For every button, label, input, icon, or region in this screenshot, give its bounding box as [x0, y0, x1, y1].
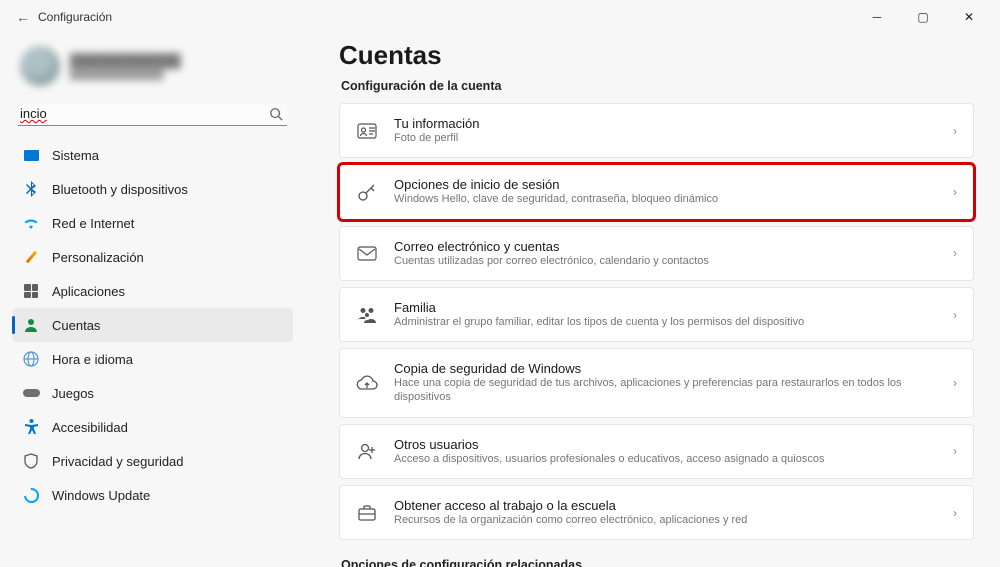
- search-box[interactable]: incio: [18, 104, 287, 126]
- bluetooth-icon: [22, 180, 40, 198]
- nav-privacidad[interactable]: Privacidad y seguridad: [12, 444, 293, 478]
- back-button[interactable]: ←: [8, 9, 38, 25]
- chevron-right-icon: ›: [953, 185, 957, 199]
- main-content: Cuentas Configuración de la cuenta Tu in…: [305, 34, 1000, 567]
- briefcase-icon: [356, 502, 378, 524]
- nav-bluetooth[interactable]: Bluetooth y dispositivos: [12, 172, 293, 206]
- nav-accesibilidad[interactable]: Accesibilidad: [12, 410, 293, 444]
- chevron-right-icon: ›: [953, 246, 957, 260]
- profile-email: ████████████: [70, 68, 181, 80]
- card-opciones-inicio-sesion[interactable]: Opciones de inicio de sesiónWindows Hell…: [339, 164, 974, 219]
- mail-icon: [356, 242, 378, 264]
- section-title-account: Configuración de la cuenta: [341, 79, 974, 93]
- nav-cuentas[interactable]: Cuentas: [12, 308, 293, 342]
- close-button[interactable]: ✕: [946, 1, 992, 33]
- nav-aplicaciones[interactable]: Aplicaciones: [12, 274, 293, 308]
- key-icon: [356, 181, 378, 203]
- add-user-icon: [356, 440, 378, 462]
- maximize-button[interactable]: ▢: [900, 1, 946, 33]
- shield-icon: [22, 452, 40, 470]
- search-icon[interactable]: [269, 107, 283, 121]
- chevron-right-icon: ›: [953, 124, 957, 138]
- nav-personalizacion[interactable]: Personalización: [12, 240, 293, 274]
- page-heading: Cuentas: [339, 40, 974, 71]
- avatar: [20, 46, 60, 86]
- card-backup[interactable]: Copia de seguridad de WindowsHace una co…: [339, 348, 974, 418]
- profile-name: ████████████: [70, 53, 181, 68]
- nav-juegos[interactable]: Juegos: [12, 376, 293, 410]
- card-tu-informacion[interactable]: Tu informaciónFoto de perfil ›: [339, 103, 974, 158]
- card-correo-cuentas[interactable]: Correo electrónico y cuentasCuentas util…: [339, 226, 974, 281]
- minimize-button[interactable]: ─: [854, 1, 900, 33]
- display-icon: [22, 146, 40, 164]
- chevron-right-icon: ›: [953, 308, 957, 322]
- chevron-right-icon: ›: [953, 506, 957, 520]
- search-input-text: incio: [20, 106, 47, 121]
- window-title: Configuración: [38, 10, 112, 24]
- chevron-right-icon: ›: [953, 444, 957, 458]
- nav-hora[interactable]: Hora e idioma: [12, 342, 293, 376]
- id-card-icon: [356, 120, 378, 142]
- nav-red[interactable]: Red e Internet: [12, 206, 293, 240]
- sidebar: ████████████ ████████████ incio Sistema …: [0, 34, 305, 567]
- card-familia[interactable]: FamiliaAdministrar el grupo familiar, ed…: [339, 287, 974, 342]
- gamepad-icon: [22, 384, 40, 402]
- chevron-right-icon: ›: [953, 376, 957, 390]
- section-title-related: Opciones de configuración relacionadas: [341, 558, 974, 567]
- brush-icon: [22, 248, 40, 266]
- update-icon: [22, 486, 40, 504]
- cloud-sync-icon: [356, 372, 378, 394]
- person-icon: [22, 316, 40, 334]
- wifi-icon: [22, 214, 40, 232]
- card-otros-usuarios[interactable]: Otros usuariosAcceso a dispositivos, usu…: [339, 424, 974, 479]
- apps-icon: [22, 282, 40, 300]
- family-icon: [356, 304, 378, 326]
- accessibility-icon: [22, 418, 40, 436]
- nav-update[interactable]: Windows Update: [12, 478, 293, 512]
- profile-block[interactable]: ████████████ ████████████: [12, 42, 293, 100]
- nav-sistema[interactable]: Sistema: [12, 138, 293, 172]
- card-trabajo-escuela[interactable]: Obtener acceso al trabajo o la escuelaRe…: [339, 485, 974, 540]
- nav-list: Sistema Bluetooth y dispositivos Red e I…: [12, 138, 293, 512]
- globe-icon: [22, 350, 40, 368]
